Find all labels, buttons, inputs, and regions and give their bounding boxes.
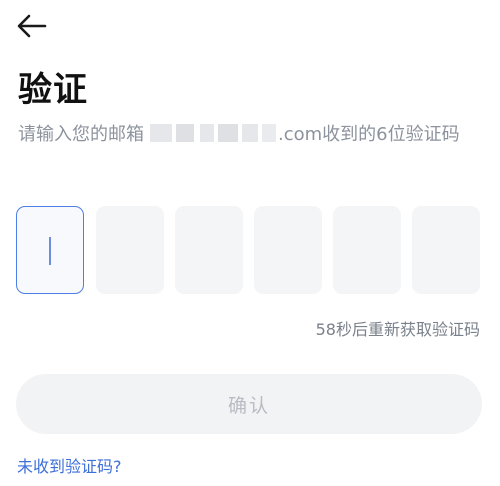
text-caret — [49, 237, 51, 265]
code-digit-1[interactable] — [16, 206, 84, 294]
page-subtitle: 请输入您的邮箱 .com收到的6位验证码 — [18, 120, 482, 150]
code-digit-2[interactable] — [96, 206, 164, 294]
confirm-button[interactable]: 确认 — [16, 374, 482, 434]
code-digit-5[interactable] — [333, 206, 401, 294]
subtitle-suffix: .com收到的6位验证码 — [278, 124, 460, 145]
code-digit-6[interactable] — [412, 206, 480, 294]
arrow-left-icon — [17, 14, 47, 38]
code-digit-3[interactable] — [175, 206, 243, 294]
resend-countdown: 58秒后重新获取验证码 — [315, 320, 480, 339]
page-title: 验证 — [18, 70, 88, 110]
subtitle-prefix: 请输入您的邮箱 — [18, 124, 144, 145]
redacted-email — [144, 123, 278, 143]
code-digit-4[interactable] — [254, 206, 322, 294]
back-button[interactable] — [14, 8, 50, 44]
verification-code-input[interactable] — [16, 206, 484, 296]
code-not-received-link[interactable]: 未收到验证码? — [17, 455, 122, 479]
